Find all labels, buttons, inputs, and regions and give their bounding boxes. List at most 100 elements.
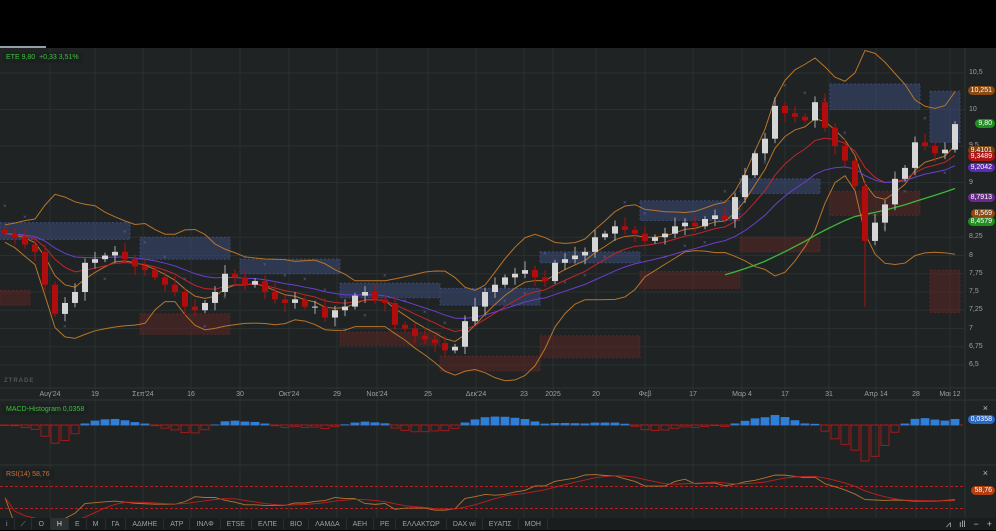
candle-up [72, 292, 78, 303]
rsi-close-button[interactable]: × [983, 468, 988, 478]
info-button[interactable]: i [0, 518, 15, 530]
candle-up [522, 270, 528, 274]
macd-bar-positive [471, 420, 479, 425]
macd-bar-negative [11, 425, 19, 426]
macd-bar-positive [361, 422, 369, 425]
sar-marker: × [523, 292, 527, 298]
legend-symbol: ETE [6, 54, 20, 61]
candle-down [862, 186, 868, 241]
candle-down [232, 274, 238, 278]
candle-up [332, 310, 338, 317]
macd-bar-positive [791, 421, 799, 425]
symbol-tab[interactable]: ΙΝΛΦ [190, 518, 220, 530]
sar-marker: × [643, 211, 647, 217]
macd-bar-positive [141, 424, 149, 425]
sar-marker: × [503, 299, 507, 305]
macd-close-button[interactable]: × [983, 403, 988, 413]
macd-bar-positive [941, 421, 949, 425]
price-tick-label: 8 [969, 252, 973, 259]
sar-marker: × [443, 321, 447, 327]
candle-down [442, 343, 448, 350]
sar-marker: × [383, 273, 387, 279]
symbol-tab[interactable]: ΑΔΜΗΕ [126, 518, 164, 530]
symbol-tab[interactable]: ΕΛΛΑΚΤΩΡ [396, 518, 446, 530]
candle-up [592, 237, 598, 252]
symbol-tab[interactable]: ETSE [221, 518, 252, 530]
timeframe-1[interactable]: Η [51, 518, 69, 530]
candle-down [132, 259, 138, 266]
sar-marker: × [3, 204, 7, 210]
macd-bar-positive [241, 422, 249, 425]
timeframe-0[interactable]: Ο [32, 518, 50, 530]
price-badge: 9,80 [975, 119, 995, 128]
symbol-tab[interactable]: ΑΤΡ [164, 518, 190, 530]
candle-down [932, 146, 938, 153]
macd-bar-positive [761, 418, 769, 425]
sar-marker: × [803, 91, 807, 97]
candle-down [822, 102, 828, 128]
candle-up [702, 219, 708, 226]
candle-down [282, 299, 288, 303]
sar-marker: × [163, 255, 167, 261]
symbol-tab[interactable]: ΕΥΑΠΣ [483, 518, 519, 530]
symbol-tab[interactable]: ΒΙΟ [284, 518, 309, 530]
symbol-tab[interactable]: ΕΛΠΕ [252, 518, 284, 530]
time-tick-label: Αυγ'24 [39, 391, 60, 398]
bottom-toolbar: i ⟋ ΟΗΕΜ ΓΑΑΔΜΗΕΑΤΡΙΝΛΦETSEΕΛΠΕΒΙΟΛΑΜΔΑΑ… [0, 518, 996, 530]
time-tick-label: 2025 [545, 391, 561, 398]
zoom-in-button[interactable]: + [987, 518, 992, 530]
line-chart-icon[interactable]: ⩘ [946, 518, 951, 530]
symbol-tab[interactable]: ΓΑ [106, 518, 127, 530]
price-tick-label: 7,25 [969, 306, 983, 313]
macd-value-badge: 0,0358 [968, 415, 995, 424]
sar-marker: × [423, 310, 427, 316]
candle-up [452, 347, 458, 351]
candle-up [682, 223, 688, 227]
macd-bar-positive [901, 424, 909, 425]
macd-bar-positive [751, 419, 759, 425]
macd-bar-positive [501, 417, 509, 425]
candle-up [582, 252, 588, 256]
price-tick-label: 6,75 [969, 343, 983, 350]
legend-change: +0,33 [39, 54, 57, 61]
candle-up [912, 142, 918, 168]
supply-zone [740, 179, 820, 194]
zoom-out-button[interactable]: − [973, 518, 978, 530]
time-tick-label: 31 [825, 391, 833, 398]
symbol-tab[interactable]: ΛΑΜΔΑ [309, 518, 347, 530]
candle-down [172, 285, 178, 292]
sar-marker: × [703, 241, 707, 247]
macd-bar-positive [101, 420, 109, 425]
sar-marker: × [323, 288, 327, 294]
sar-marker: × [563, 281, 567, 287]
timeframe-3[interactable]: Μ [87, 518, 106, 530]
draw-tool-button[interactable]: ⟋ [15, 518, 33, 530]
candle-down [242, 277, 248, 284]
timeframe-2[interactable]: Ε [69, 518, 87, 530]
symbol-tab[interactable]: ΡΕ [374, 518, 396, 530]
symbol-tab[interactable]: ΜΟΗ [519, 518, 548, 530]
bar-chart-icon[interactable]: ıll [959, 518, 966, 530]
candle-up [812, 102, 818, 120]
price-tick-label: 10,5 [969, 69, 983, 76]
candle-down [302, 299, 308, 306]
price-tick-label: 8,25 [969, 233, 983, 240]
demand-zone [0, 291, 30, 306]
symbol-tab[interactable]: ΑΕΗ [347, 518, 374, 530]
time-tick-label: 23 [520, 391, 528, 398]
sar-marker: × [23, 215, 27, 221]
candle-down [52, 285, 58, 314]
candle-up [492, 285, 498, 292]
candle-up [652, 237, 658, 241]
candle-down [542, 277, 548, 281]
macd-bar-positive [601, 423, 609, 425]
candle-down [422, 336, 428, 340]
price-chart[interactable]: ××××××××××××××××××××××××××××××××××××××××… [0, 0, 996, 530]
candle-up [292, 299, 298, 303]
symbol-tab[interactable]: DAX wi [447, 518, 483, 530]
supply-zone [830, 84, 920, 110]
candle-down [382, 299, 388, 303]
time-tick-label: Οκτ'24 [279, 391, 300, 398]
candle-up [772, 106, 778, 139]
candle-down [152, 270, 158, 277]
